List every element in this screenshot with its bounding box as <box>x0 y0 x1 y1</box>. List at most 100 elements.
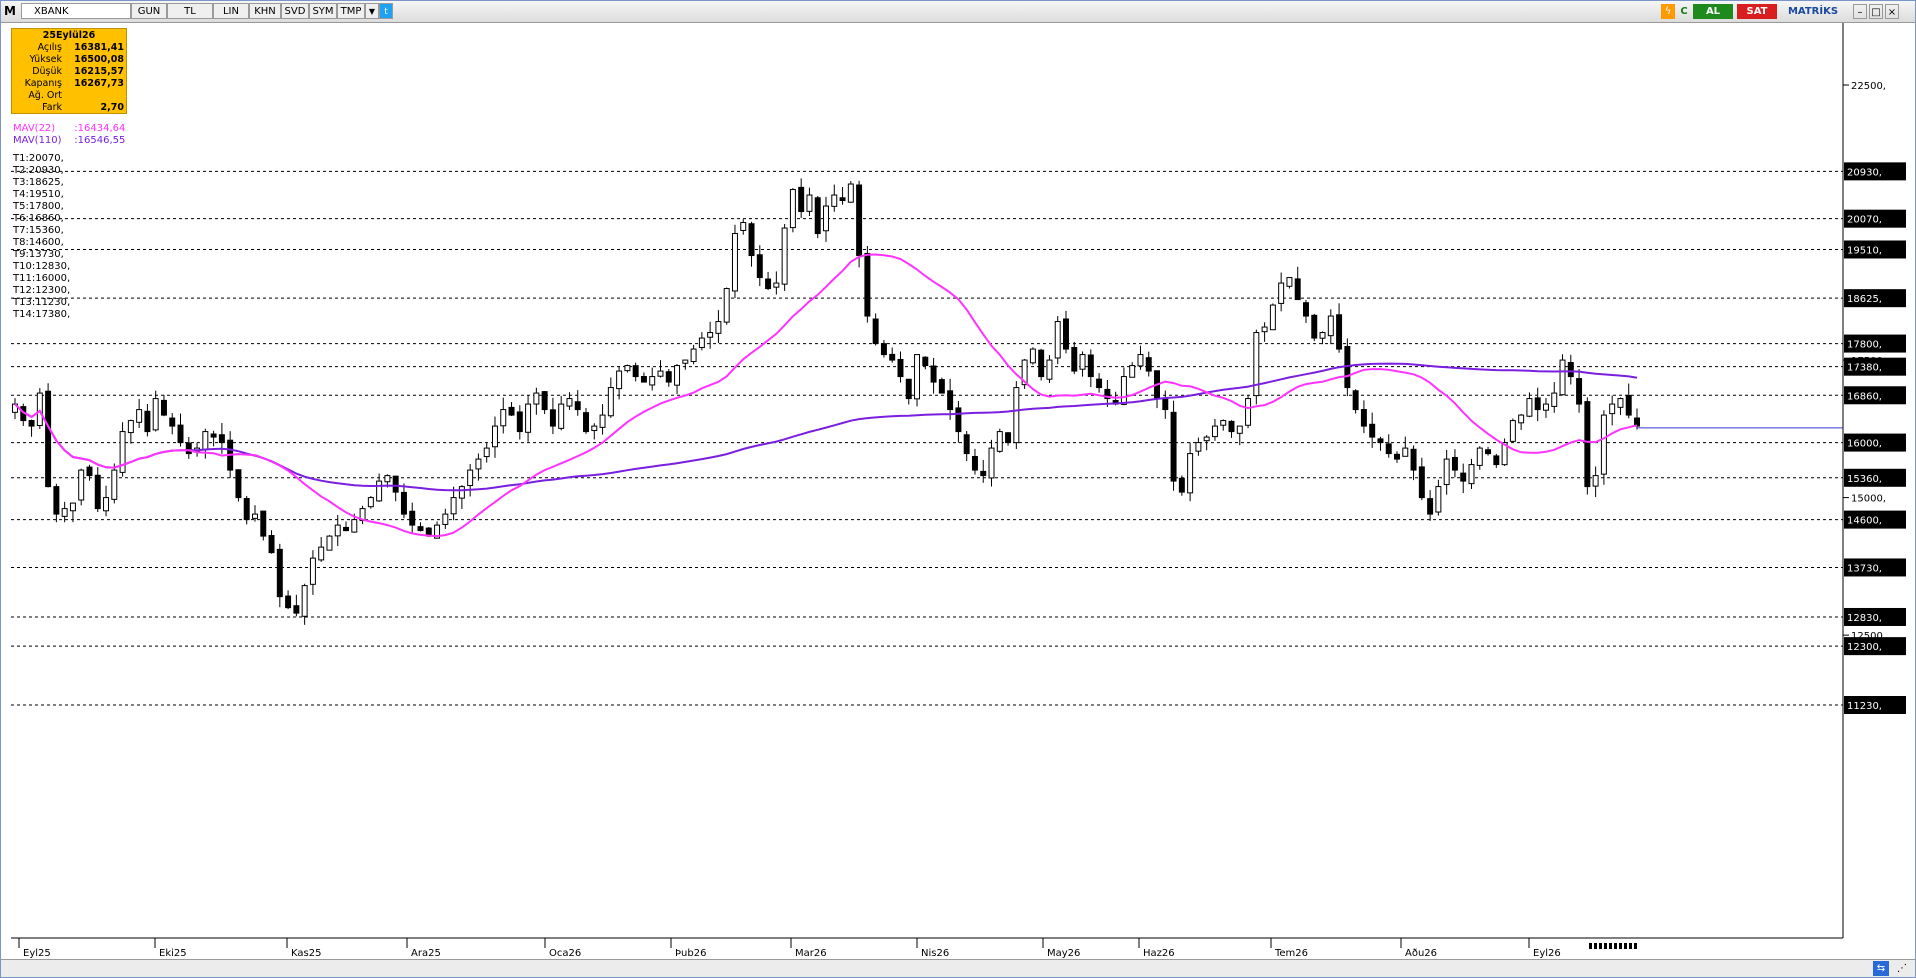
candle-body <box>1592 475 1599 487</box>
candle-body <box>1311 314 1318 339</box>
level-label: 12300, <box>1847 642 1882 653</box>
level-legend-item: T11:16000, <box>13 273 71 284</box>
info-row-high: Yüksek 16500,08 <box>12 54 126 65</box>
candle-body <box>541 391 548 411</box>
refresh-icon[interactable]: C <box>1677 4 1691 19</box>
sync-icon[interactable]: ⇆ <box>1873 961 1889 976</box>
period-button-gun[interactable]: GUN <box>131 3 167 19</box>
candle-body <box>1526 398 1533 417</box>
sym-button[interactable]: SYM <box>309 3 337 19</box>
info-label: Kapanış <box>24 78 62 89</box>
candle-body <box>682 359 689 364</box>
candle-body <box>185 442 192 455</box>
candle-body <box>1609 403 1616 415</box>
candle-body <box>417 526 424 532</box>
sell-button[interactable]: SAT <box>1737 4 1777 19</box>
progress-dot <box>1634 943 1637 949</box>
candle-body <box>996 431 1003 452</box>
twitter-icon[interactable]: t <box>379 3 393 19</box>
candle-body <box>599 414 606 428</box>
matriks-m-icon[interactable]: M <box>4 3 19 19</box>
info-value: 16267,73 <box>74 78 124 89</box>
candle-body <box>1261 326 1268 333</box>
currency-button-tl[interactable]: TL <box>167 3 213 19</box>
candle-body <box>202 431 209 451</box>
time-tick-label: Kas25 <box>291 948 321 959</box>
candle-body <box>1625 394 1632 416</box>
level-label: 12830, <box>1847 613 1882 624</box>
candle-body <box>740 222 747 231</box>
price-chart[interactable]: 20930,20070,19510,18625,17800,17380,1686… <box>1 23 1915 959</box>
candle-body <box>707 332 714 338</box>
level-legend-item: T13:11230, <box>13 297 71 308</box>
candle-body <box>1576 378 1583 405</box>
close-icon[interactable]: × <box>1885 4 1899 19</box>
info-label: Düşük <box>32 66 62 77</box>
info-row-close: Kapanış 16267,73 <box>12 78 126 89</box>
level-legend-item: T4:19510, <box>13 189 64 200</box>
candle-body <box>640 376 647 383</box>
candle-body <box>351 519 358 533</box>
symbol-input[interactable]: XBANK <box>21 3 131 19</box>
candle-body <box>53 486 60 515</box>
candle-body <box>1278 282 1285 304</box>
candle-body <box>1195 442 1202 452</box>
khn-button[interactable]: KHN <box>249 3 281 19</box>
candle-body <box>814 197 821 235</box>
level-label: 16860, <box>1847 391 1882 402</box>
candle-body <box>1377 438 1384 444</box>
level-legend-item: T2:20930, <box>13 165 64 176</box>
candle-body <box>1063 318 1069 350</box>
progress-dot <box>1629 943 1632 949</box>
price-tick-label: 17500, <box>1851 356 1886 367</box>
maximize-icon[interactable]: □ <box>1869 4 1883 19</box>
progress-dot <box>1619 943 1622 949</box>
time-tick-label: Eyl25 <box>23 948 51 959</box>
time-tick-label: Haz26 <box>1143 948 1175 959</box>
candle-body <box>1203 436 1210 442</box>
candle-body <box>1038 349 1045 378</box>
candle-body <box>765 278 772 290</box>
info-label: Yüksek <box>29 54 62 65</box>
candle-body <box>963 434 970 455</box>
candle-body <box>823 205 829 232</box>
candle-body <box>831 194 838 207</box>
candle-body <box>880 343 887 356</box>
time-tick-label: Eyl26 <box>1533 948 1561 959</box>
candle-body <box>1054 321 1061 359</box>
candle-body <box>864 252 871 317</box>
candle-body <box>947 390 954 411</box>
buy-button[interactable]: AL <box>1693 4 1733 19</box>
progress-dot <box>1594 943 1597 949</box>
candle-body <box>897 358 904 378</box>
candle-body <box>177 424 184 444</box>
minimize-icon[interactable]: – <box>1853 4 1867 19</box>
resize-grip-icon[interactable]: ⋰ <box>1895 961 1909 976</box>
candle-body <box>210 433 217 438</box>
candle-body <box>1518 414 1525 424</box>
candle-body <box>334 524 341 537</box>
candle-body <box>326 535 333 551</box>
info-row-low: Düşük 16215,57 <box>12 66 126 77</box>
candle-body <box>301 585 308 617</box>
candle-body <box>698 337 705 349</box>
candle-body <box>1584 401 1591 488</box>
level-label: 14600, <box>1847 516 1882 527</box>
dropdown-arrow-icon[interactable]: ▼ <box>365 3 379 19</box>
candle-body <box>632 365 639 378</box>
tmp-button[interactable]: TMP <box>337 3 365 19</box>
candle-body <box>1187 453 1194 494</box>
progress-dot <box>1589 943 1592 949</box>
candle-body <box>1120 376 1127 405</box>
price-tick-label: 22500, <box>1851 81 1886 92</box>
price-tick-label: 12500, <box>1851 631 1886 642</box>
scale-button-lin[interactable]: LIN <box>213 3 249 19</box>
time-tick-label: Oca26 <box>549 948 581 959</box>
candle-body <box>1211 425 1218 438</box>
candle-body <box>1269 304 1276 331</box>
candle-body <box>616 370 623 390</box>
candle-body <box>1534 397 1541 411</box>
flash-icon[interactable]: ϟ <box>1661 4 1675 19</box>
svd-button[interactable]: SVD <box>281 3 309 19</box>
candle-body <box>773 282 780 288</box>
